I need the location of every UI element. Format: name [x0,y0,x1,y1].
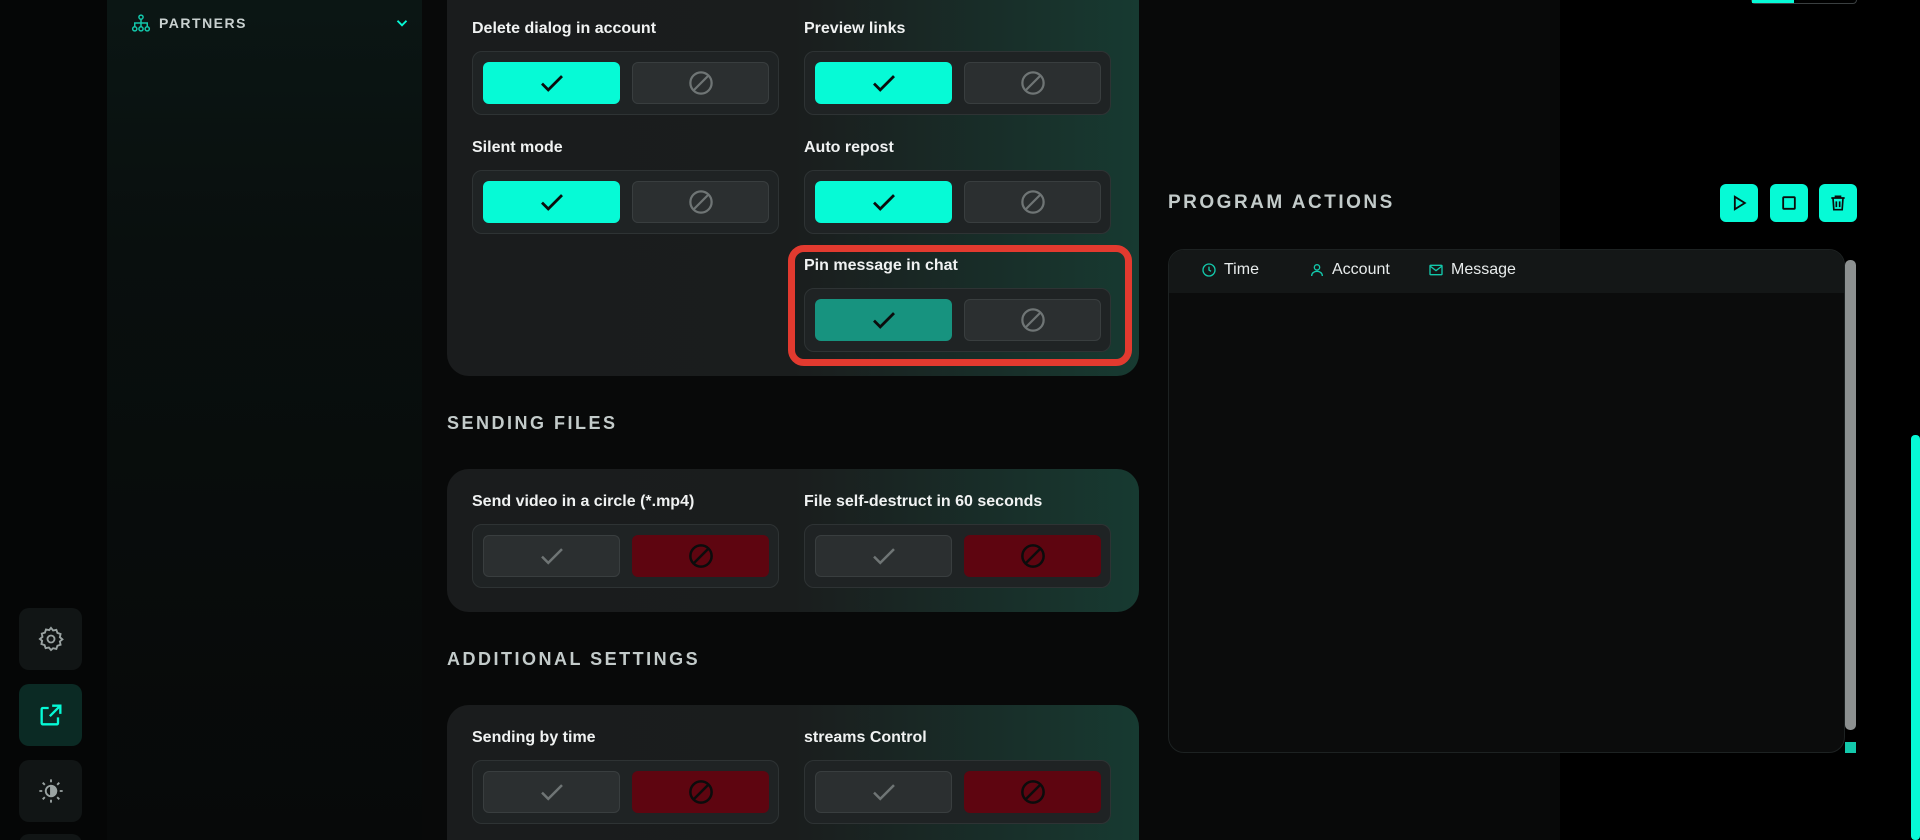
chevron-down-icon[interactable] [393,14,411,32]
column-account[interactable]: Account [1309,261,1390,279]
disable-button[interactable] [632,62,769,104]
toggle-send-video-circle [472,524,779,588]
toggle-silent-mode [472,170,779,234]
disable-button[interactable] [964,771,1101,813]
block-icon [688,190,713,214]
toggle-auto-repost [804,170,1111,234]
clock-icon [1202,263,1216,277]
block-icon [688,71,713,95]
toggle-sending-by-time [472,760,779,824]
enable-button[interactable] [815,181,952,223]
option-label-file-self-destruct: File self-destruct in 60 seconds [804,493,1043,510]
top-toggle-partial[interactable] [1751,0,1857,4]
block-icon [688,544,713,568]
enable-button[interactable] [483,771,620,813]
block-icon [1020,190,1045,214]
disable-button[interactable] [632,771,769,813]
option-label-auto-repost: Auto repost [804,139,894,156]
sidebar-item-label: PARTNERS [159,15,247,31]
column-label: Message [1451,261,1516,278]
mail-icon [1429,264,1443,276]
option-label-streams-control: streams Control [804,729,927,746]
enable-button[interactable] [483,181,620,223]
section-title-additional-settings: ADDITIONAL SETTINGS [447,649,701,669]
section-title-sending-files: SENDING FILES [447,413,618,433]
network-icon [131,14,151,32]
icon-rail [0,0,107,840]
toggle-streams-control [804,760,1111,824]
option-label-sending-by-time: Sending by time [472,729,596,746]
check-icon [540,548,563,565]
enable-button[interactable] [483,535,620,577]
user-icon [1311,264,1323,277]
play-icon [1733,195,1747,211]
stop-icon [1782,196,1796,210]
program-actions-log[interactable]: Time Account Message [1168,249,1845,753]
enable-button[interactable] [815,771,952,813]
toggle-preview-links [804,51,1111,115]
enable-button[interactable] [815,62,952,104]
enable-button[interactable] [815,535,952,577]
play-button[interactable] [1720,184,1758,222]
check-icon [540,194,563,211]
option-label-send-video-circle: Send video in a circle (*.mp4) [472,493,695,510]
block-icon [688,780,713,804]
rail-button-partial[interactable] [19,834,82,840]
page-scrollbar[interactable] [1911,435,1920,840]
disable-button[interactable] [964,181,1101,223]
theme-toggle-icon [38,779,63,803]
toggle-file-self-destruct [804,524,1111,588]
column-label: Time [1224,261,1259,278]
gear-icon [37,626,64,652]
check-icon [872,548,895,565]
trash-icon [1831,195,1845,211]
disable-button[interactable] [632,535,769,577]
check-icon [540,75,563,92]
column-label: Account [1332,261,1390,278]
sidebar: PARTNERS [107,0,422,840]
external-link-button[interactable] [19,684,82,746]
option-label-preview-links: Preview links [804,20,906,37]
enable-button[interactable] [483,62,620,104]
resize-handle[interactable] [1845,742,1856,753]
log-scrollbar[interactable] [1845,260,1856,730]
theme-toggle-button[interactable] [19,760,82,822]
column-message[interactable]: Message [1428,261,1516,279]
column-time[interactable]: Time [1201,261,1259,279]
disable-button[interactable] [632,181,769,223]
sidebar-item-partners[interactable]: PARTNERS [131,12,411,34]
option-label-silent-mode: Silent mode [472,139,563,156]
toggle-delete-dialog [472,51,779,115]
check-icon [872,194,895,211]
block-icon [1020,71,1045,95]
program-actions-title: PROGRAM ACTIONS [1168,192,1395,213]
delete-button[interactable] [1819,184,1857,222]
external-link-icon [40,704,61,726]
log-header: Time Account Message [1169,250,1844,293]
check-icon [540,784,563,801]
block-icon [1020,544,1045,568]
disable-button[interactable] [964,535,1101,577]
block-icon [1020,780,1045,804]
disable-button[interactable] [964,62,1101,104]
check-icon [872,75,895,92]
highlight-annotation [788,245,1132,366]
stop-button[interactable] [1770,184,1808,222]
check-icon [872,784,895,801]
settings-button[interactable] [19,608,82,670]
option-label-delete-dialog: Delete dialog in account [472,20,657,37]
